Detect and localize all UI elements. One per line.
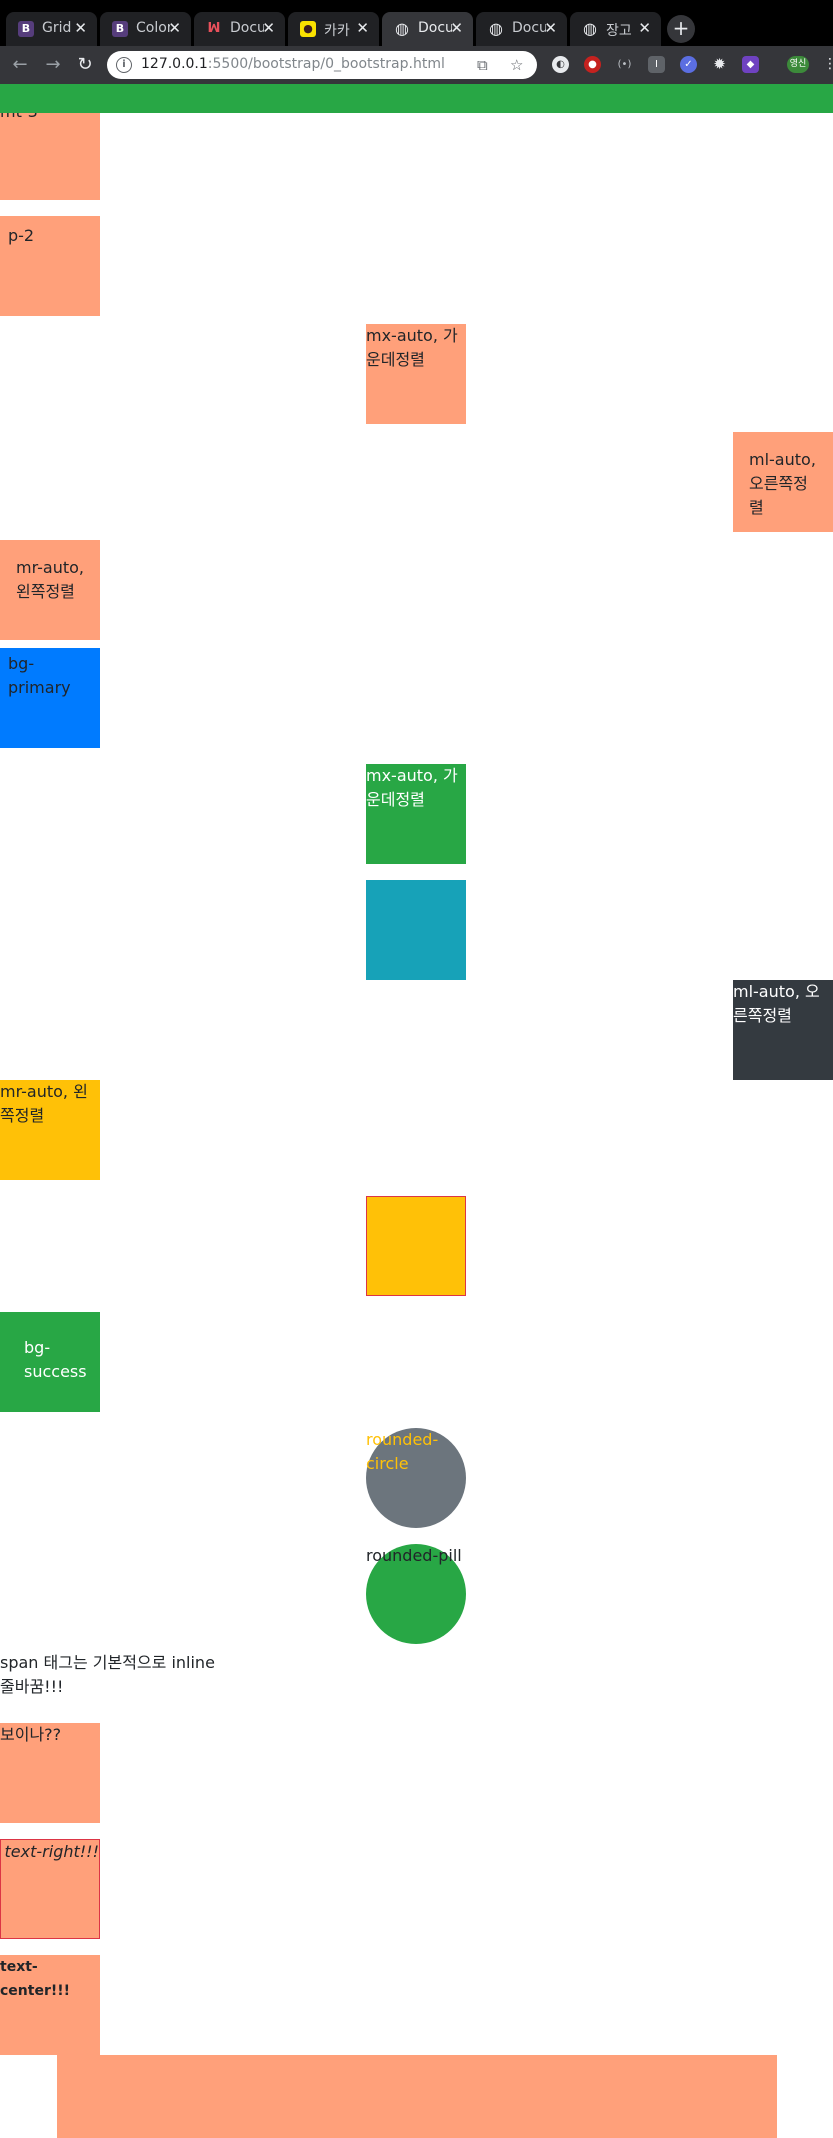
visible-test-label: 보이나?? — [0, 1725, 62, 1744]
close-icon[interactable]: ✕ — [356, 19, 369, 37]
mr-auto-left-label: mr-auto, 왼쪽정렬 — [16, 558, 85, 601]
extension-icon[interactable]: I — [648, 56, 665, 73]
browser-tab[interactable]: ◍ Docu ✕ — [476, 12, 567, 46]
close-icon[interactable]: ✕ — [168, 19, 181, 37]
browser-tab[interactable]: B Grid ✕ — [6, 12, 97, 46]
warning-left-label: mr-auto, 왼쪽정렬 — [0, 1082, 88, 1125]
text-right-label: text-right!!! — [4, 1842, 99, 1861]
extension-icon[interactable]: ● — [584, 56, 601, 73]
tab-title: 카카 — [324, 23, 350, 39]
mt3-label: mt-3 — [0, 113, 100, 124]
bordered-warning-box — [366, 1196, 466, 1296]
globe-icon: ◍ — [489, 19, 503, 38]
info-icon[interactable]: i — [116, 57, 132, 73]
bg-primary-label: bg-primary — [8, 654, 71, 697]
mx-auto-center-label: mx-auto, 가운데정렬 — [366, 326, 458, 369]
mdn-icon: ꟽ — [207, 21, 221, 36]
p2-box: p-2 — [0, 216, 100, 316]
close-icon[interactable]: ✕ — [638, 19, 651, 37]
menu-dots-icon[interactable]: ⋮ — [823, 56, 833, 73]
browser-tab[interactable]: ◍ 장고 ✕ — [570, 12, 661, 46]
span-inline-text: span 태그는 기본적으로 inline 줄바꿈!!! — [0, 1653, 215, 1696]
close-icon[interactable]: ✕ — [450, 19, 463, 37]
bootstrap-icon: B — [112, 21, 128, 37]
profile-avatar[interactable]: 영신 — [787, 56, 809, 73]
url-path: :5500/bootstrap/0_bootstrap.html — [207, 56, 445, 72]
tab-title: Docu — [418, 20, 452, 36]
p2-label: p-2 — [8, 226, 35, 245]
back-arrow-icon[interactable]: ← — [9, 54, 31, 76]
url-text: 127.0.0.1:5500/bootstrap/0_bootstrap.htm… — [141, 56, 445, 72]
mt3-box: mt-3 — [0, 113, 100, 200]
tab-title: Docu — [230, 20, 264, 36]
star-icon[interactable]: ☆ — [510, 56, 523, 74]
extension-icon[interactable]: ✓ — [680, 56, 697, 73]
reload-icon[interactable]: ↻ — [74, 54, 96, 76]
wide-salmon-box — [57, 2055, 777, 2138]
text-center-label: text-center!!! — [0, 1959, 71, 1999]
text-right-box: text-right!!! — [0, 1839, 100, 1939]
globe-icon: ◍ — [395, 19, 409, 38]
translate-icon[interactable]: ⧉ — [477, 56, 488, 74]
tab-title: 장고 — [606, 23, 632, 39]
browser-tab[interactable]: B Color ✕ — [100, 12, 191, 46]
close-icon[interactable]: ✕ — [262, 19, 275, 37]
green-center-box: mx-auto, 가운데정렬 — [366, 764, 466, 864]
kakao-map-icon: ● — [300, 21, 316, 37]
page-viewport: mt-3 p-2 mx-auto, 가운데정렬 ml-auto, 오른쪽정렬 m… — [0, 113, 833, 2138]
address-bar[interactable]: i 127.0.0.1:5500/bootstrap/0_bootstrap.h… — [107, 51, 537, 79]
visible-test-box: 보이나?? — [0, 1723, 100, 1823]
rounded-pill-label: rounded-pill — [366, 1546, 462, 1565]
forward-arrow-icon[interactable]: → — [42, 54, 64, 76]
new-tab-button[interactable]: + — [667, 15, 695, 43]
browser-tab-active[interactable]: ◍ Docu ✕ — [382, 12, 473, 46]
mx-auto-center-box: mx-auto, 가운데정렬 — [366, 324, 466, 424]
ml-auto-right-box: ml-auto, 오른쪽정렬 — [733, 432, 833, 532]
bg-success-label: bg-success — [24, 1338, 87, 1381]
dark-right-label: ml-auto, 오른쪽정렬 — [733, 982, 820, 1025]
rounded-circle-label: rounded-circle — [366, 1430, 439, 1473]
bootstrap-icon: B — [18, 21, 34, 37]
tab-title: Docu — [512, 20, 546, 36]
browser-tab[interactable]: ꟽ Docu ✕ — [194, 12, 285, 46]
extension-icon[interactable]: (•) — [616, 56, 633, 73]
url-host: 127.0.0.1 — [141, 56, 208, 72]
gear-icon[interactable]: ✹ — [711, 56, 728, 73]
close-icon[interactable]: ✕ — [74, 19, 87, 37]
browser-tab[interactable]: ● 카카 ✕ — [288, 12, 379, 46]
mr-auto-left-box: mr-auto, 왼쪽정렬 — [0, 540, 100, 640]
ml-auto-right-label: ml-auto, 오른쪽정렬 — [749, 450, 816, 517]
extension-icon[interactable]: ◐ — [552, 56, 569, 73]
browser-tabstrip: B Grid ✕ B Color ✕ ꟽ Docu ✕ ● 카카 ✕ ◍ Doc… — [0, 0, 833, 46]
browser-toolbar: ← → ↻ i 127.0.0.1:5500/bootstrap/0_boots… — [0, 46, 833, 84]
tab-title: Color — [136, 20, 170, 36]
tab-title: Grid — [42, 20, 72, 36]
info-box — [366, 880, 466, 980]
text-center-box: text-center!!! — [0, 1955, 100, 2055]
green-navbar — [0, 84, 833, 113]
close-icon[interactable]: ✕ — [544, 19, 557, 37]
extension-icon[interactable]: ◆ — [742, 56, 759, 73]
warning-left-box: mr-auto, 왼쪽정렬 — [0, 1080, 100, 1180]
bg-primary-box: bg-primary — [0, 648, 100, 748]
globe-icon: ◍ — [583, 19, 597, 38]
green-center-label: mx-auto, 가운데정렬 — [366, 766, 458, 809]
dark-right-box: ml-auto, 오른쪽정렬 — [733, 980, 833, 1080]
bg-success-box: bg-success — [0, 1312, 100, 1412]
